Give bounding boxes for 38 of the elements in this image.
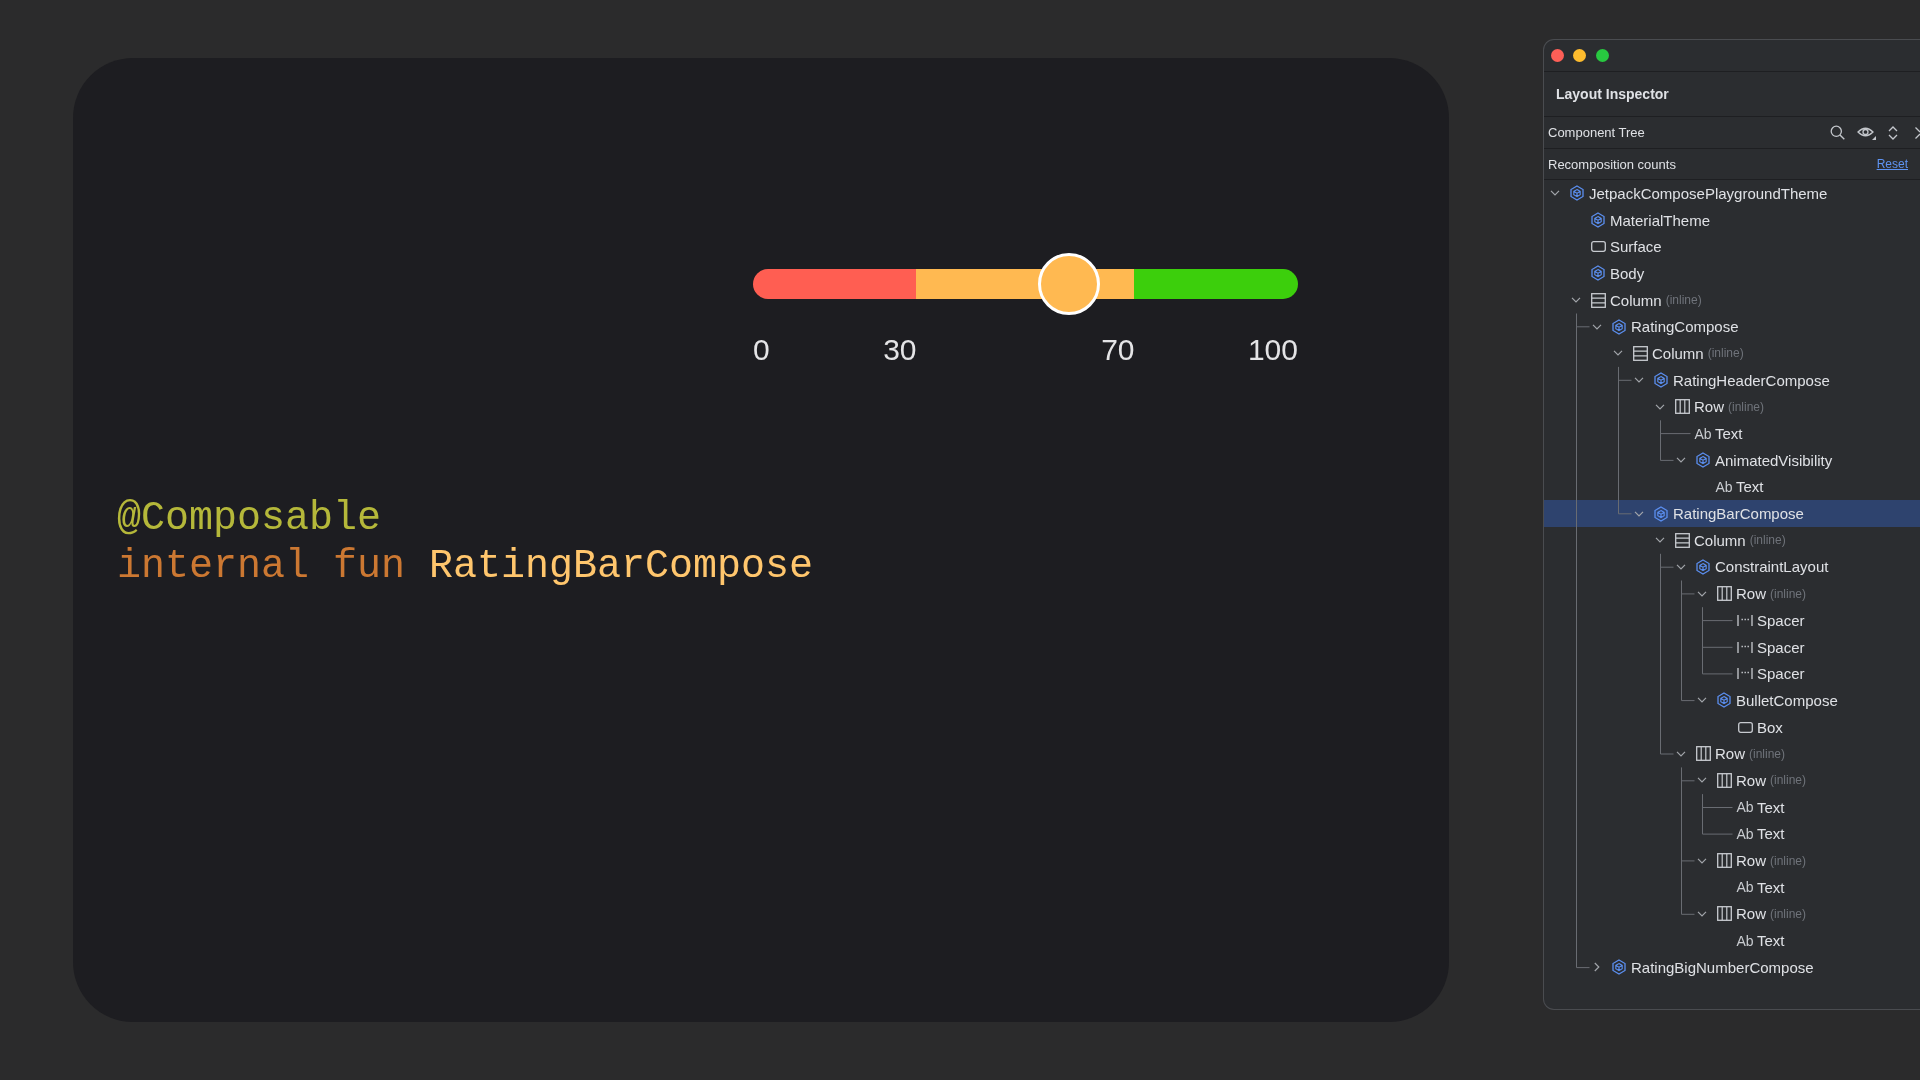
tree-item[interactable]: RatingBigNumberCompose — [1544, 953, 1920, 981]
ab-icon: Ab — [1736, 825, 1754, 842]
up-down-chevron-icon[interactable] — [1888, 125, 1898, 140]
component-icon — [1569, 185, 1585, 202]
component-icon — [1590, 265, 1606, 282]
ab-icon: Ab — [1736, 799, 1754, 816]
tree-item[interactable]: JetpackComposePlaygroundTheme — [1544, 180, 1920, 207]
code-line: internal fun RatingBarCompose — [117, 543, 814, 591]
maximize-window-icon[interactable] — [1595, 49, 1609, 62]
tree-item[interactable]: Body — [1544, 260, 1920, 287]
close-window-icon[interactable] — [1550, 49, 1564, 62]
ab-icon: Ab — [1736, 879, 1754, 896]
spacer-icon — [1737, 668, 1753, 680]
column-layout-icon — [1590, 292, 1606, 308]
spacer-icon — [1737, 614, 1753, 626]
search-icon[interactable] — [1830, 125, 1845, 140]
recomposition-label: Recomposition counts — [1548, 156, 1676, 172]
rectangle-icon — [1590, 241, 1606, 253]
scale-label: 0 — [753, 332, 770, 368]
spacer-icon — [1737, 641, 1753, 653]
scale-label: 100 — [1247, 332, 1298, 368]
scale-label: 70 — [1101, 332, 1135, 368]
component-icon — [1590, 212, 1606, 229]
tree-item[interactable]: MaterialTheme — [1544, 206, 1920, 234]
close-icon[interactable] — [1915, 126, 1920, 139]
ab-icon: Ab — [1736, 932, 1754, 949]
tree-item[interactable]: Surface — [1544, 233, 1920, 261]
scale-label: 30 — [883, 332, 917, 368]
rectangle-icon — [1737, 721, 1753, 733]
eye-icon[interactable] — [1857, 125, 1876, 140]
reset-link[interactable]: Reset — [1876, 157, 1908, 171]
tree-item[interactable]: Column (inline) — [1544, 286, 1920, 314]
panel-title: Layout Inspector — [1556, 86, 1669, 102]
section-title: Component Tree — [1548, 125, 1645, 140]
minimize-window-icon[interactable] — [1573, 49, 1586, 62]
chevron-down-icon[interactable] — [1571, 297, 1581, 304]
code-line: @Composable — [117, 495, 383, 543]
chevron-down-icon[interactable] — [1550, 190, 1560, 197]
